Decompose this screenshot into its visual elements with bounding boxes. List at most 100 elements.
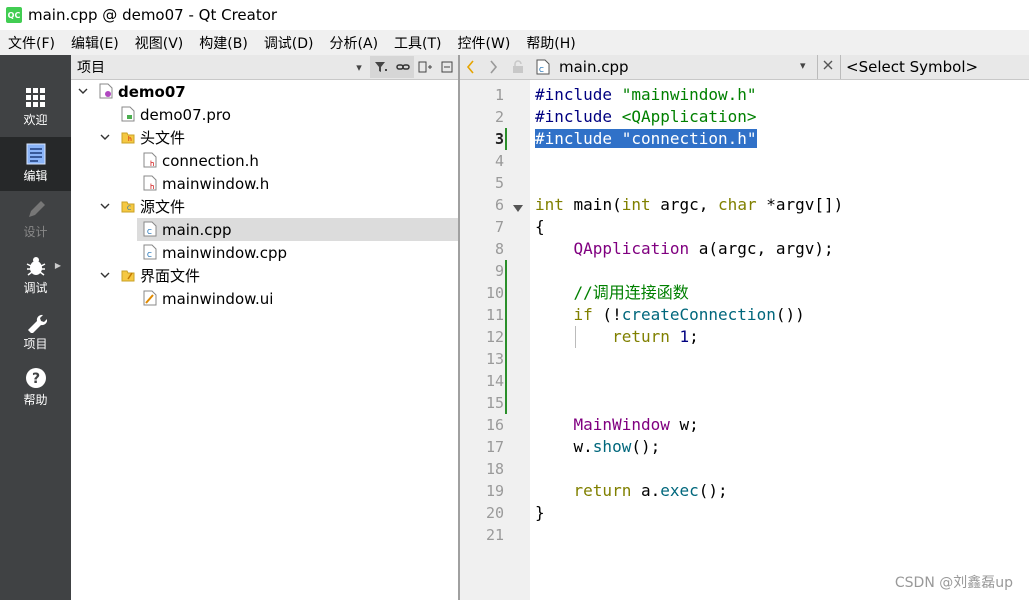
qt-creator-logo-icon: QC: [6, 7, 22, 23]
mode-button[interactable]: 编辑: [0, 137, 71, 191]
line-number: 11: [485, 306, 504, 324]
line-number: 9: [494, 262, 504, 280]
mode-label: 欢迎: [23, 113, 48, 127]
source-folder-icon: C: [121, 198, 135, 214]
code-line: w.show();: [535, 437, 661, 456]
file-dropdown-icon[interactable]: ▾: [800, 59, 806, 72]
link-icon[interactable]: [392, 56, 414, 78]
menu-item[interactable]: 控件(W): [450, 33, 519, 53]
code-line: //调用连接函数: [573, 283, 689, 302]
fold-marker-icon[interactable]: [513, 201, 523, 217]
tree-item-label: main.cpp: [162, 220, 232, 239]
project-panel-title: 项目: [77, 60, 105, 76]
line-number: 17: [485, 438, 504, 456]
code-line: #include <QApplication>: [535, 107, 757, 126]
line-number: 8: [494, 240, 504, 258]
tree-item[interactable]: h mainwindow.h: [71, 172, 458, 195]
code-line: return 1;: [612, 327, 699, 346]
code-line: #include "connection.h": [535, 129, 757, 148]
line-number: 5: [494, 174, 504, 192]
line-number: 19: [485, 482, 504, 500]
code-line: int main(int argc, char *argv[]): [535, 195, 844, 214]
code-line: #include "mainwindow.h": [535, 85, 757, 104]
project-tree: demo07 demo07.pro h 头文件 h connection.h h mainwi…: [71, 80, 458, 600]
svg-text:h: h: [150, 183, 154, 191]
tree-item[interactable]: mainwindow.ui: [71, 287, 458, 310]
menu-item[interactable]: 工具(T): [386, 33, 449, 53]
back-arrow-icon[interactable]: [466, 60, 476, 78]
expand-chevron-icon[interactable]: [99, 131, 111, 143]
wrench-icon: [0, 305, 71, 333]
svg-text:h: h: [150, 160, 154, 168]
mode-sidebar: 欢迎编辑设计调试 ▶ 项目 ? 帮助: [0, 55, 71, 600]
line-number: 15: [485, 394, 504, 412]
tree-item[interactable]: C 源文件: [71, 195, 458, 218]
expand-chevron-icon[interactable]: [99, 269, 111, 281]
mode-label: 项目: [23, 337, 48, 351]
code-line: {: [535, 217, 545, 236]
line-number-gutter: 1 2 3 4 5 6 7 8 9 10 11 12 13 14 15 16 17 18 19 20 21: [460, 80, 530, 600]
close-document-icon[interactable]: [822, 59, 834, 75]
mode-button[interactable]: 调试 ▶: [0, 249, 71, 303]
line-number: 13: [485, 350, 504, 368]
code-editor[interactable]: #include "mainwindow.h" #include <QApplic…: [530, 80, 1029, 600]
ui-file-icon: [143, 290, 157, 306]
tree-item[interactable]: Cmain.cpp: [137, 218, 458, 241]
line-number: 18: [485, 460, 504, 478]
grid-icon: [0, 81, 71, 109]
tree-item[interactable]: h connection.h: [71, 149, 458, 172]
tree-item[interactable]: demo07: [71, 80, 458, 103]
expand-chevron-icon[interactable]: [99, 200, 111, 212]
symbol-selector[interactable]: <Select Symbol>: [846, 58, 978, 76]
menu-item[interactable]: 分析(A): [322, 33, 387, 53]
code-line: QApplication a(argc, argv);: [573, 239, 834, 258]
menu-item[interactable]: 帮助(H): [518, 33, 583, 53]
view-dropdown-icon[interactable]: ▾: [348, 56, 370, 78]
mode-label: 设计: [23, 225, 48, 239]
menu-item[interactable]: 编辑(E): [63, 33, 127, 53]
mode-button[interactable]: 设计: [0, 193, 71, 247]
filter-icon[interactable]: [370, 56, 392, 78]
mode-button[interactable]: 项目: [0, 305, 71, 359]
help-icon: ?: [0, 361, 71, 389]
line-number: 14: [485, 372, 504, 390]
menu-item[interactable]: 视图(V): [127, 33, 192, 53]
tree-item-label: mainwindow.cpp: [162, 243, 288, 262]
menu-item[interactable]: 文件(F): [0, 33, 63, 53]
cpp-file-icon: C: [536, 59, 550, 79]
open-file-name[interactable]: main.cpp: [559, 58, 629, 76]
tree-item-label: 头文件: [140, 129, 186, 147]
menu-item[interactable]: 构建(B): [191, 33, 256, 53]
tree-item[interactable]: Cmainwindow.cpp: [71, 241, 458, 264]
close-pane-icon[interactable]: [436, 56, 458, 78]
submenu-arrow-icon: ▶: [54, 261, 61, 270]
line-number: 16: [485, 416, 504, 434]
tree-item-label: demo07.pro: [140, 105, 231, 124]
tree-item[interactable]: h 头文件: [71, 126, 458, 149]
line-number: 3: [494, 130, 504, 148]
split-icon[interactable]: [414, 56, 436, 78]
expand-chevron-icon[interactable]: [77, 85, 89, 97]
line-number: 1: [494, 86, 504, 104]
menu-item[interactable]: 调试(D): [256, 33, 322, 53]
code-line: return a.exec();: [573, 481, 728, 500]
tree-item-label: connection.h: [162, 151, 259, 170]
svg-text:C: C: [539, 66, 544, 74]
mode-button[interactable]: 欢迎: [0, 81, 71, 135]
line-number: 4: [494, 152, 504, 170]
lock-icon: [512, 60, 524, 78]
forms-folder-icon: [121, 267, 135, 283]
forward-arrow-icon[interactable]: [488, 60, 498, 78]
title-bar: QC main.cpp @ demo07 - Qt Creator: [0, 0, 1029, 30]
cpp-file-icon: C: [143, 221, 157, 237]
header-file-icon: h: [143, 175, 157, 191]
tree-item-label: mainwindow.h: [162, 174, 270, 193]
line-number: 2: [494, 108, 504, 126]
window-title: main.cpp @ demo07 - Qt Creator: [28, 6, 278, 24]
tree-item[interactable]: 界面文件: [71, 264, 458, 287]
menu-bar: 文件(F) 编辑(E) 视图(V) 构建(B) 调试(D) 分析(A) 工具(T) 控件(W)…: [0, 30, 1029, 55]
line-number: 10: [485, 284, 504, 302]
code-line: if (!createConnection()): [573, 305, 805, 324]
tree-item[interactable]: demo07.pro: [71, 103, 458, 126]
mode-button[interactable]: ? 帮助: [0, 361, 71, 415]
